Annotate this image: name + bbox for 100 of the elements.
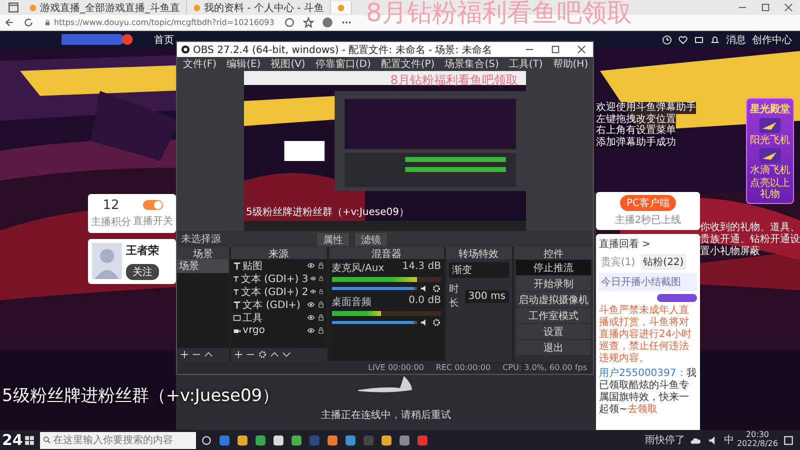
- eye-icon[interactable]: [306, 301, 315, 308]
- extension-icon[interactable]: [284, 17, 296, 28]
- app-icon[interactable]: [345, 434, 356, 446]
- chat-tab[interactable]: 贵宾(1): [599, 254, 638, 270]
- browser-tab[interactable]: 游戏直播_全部游戏直播_斗鱼直: [23, 1, 187, 14]
- helper-text: 左键拖拽改变位置: [596, 114, 676, 125]
- ime-indicator[interactable]: 中: [724, 433, 734, 447]
- source-item[interactable]: 贴图: [242, 258, 305, 272]
- lock-icon[interactable]: [318, 275, 325, 282]
- app-icon[interactable]: [291, 434, 302, 446]
- settings-icon[interactable]: [432, 318, 441, 327]
- transition-select[interactable]: 渐变: [448, 262, 509, 278]
- source-item[interactable]: 文本 (GDI+): [242, 298, 305, 312]
- eye-icon[interactable]: [306, 314, 315, 321]
- eye-icon[interactable]: [310, 275, 316, 282]
- control-button[interactable]: 停止推流: [516, 260, 591, 275]
- source-item[interactable]: 工具: [242, 310, 305, 324]
- heart-icon[interactable]: [678, 34, 688, 44]
- chat-tab[interactable]: 钻粉(22): [641, 254, 686, 270]
- properties-button[interactable]: 属性: [317, 232, 349, 246]
- close-icon[interactable]: [784, 3, 793, 12]
- helper-text: 添加弹幕助手成功: [596, 136, 676, 148]
- control-button[interactable]: 退出: [516, 340, 591, 355]
- control-button[interactable]: 设置: [516, 324, 591, 339]
- app-icon[interactable]: [255, 434, 266, 446]
- notice-banner[interactable]: 今日开播小结截图: [599, 273, 697, 291]
- up-icon[interactable]: [270, 350, 279, 359]
- task-view-icon[interactable]: [201, 434, 212, 446]
- scene-item[interactable]: 场景: [177, 259, 229, 273]
- menu-item[interactable]: 文件(F): [183, 57, 217, 71]
- volume-slider[interactable]: [332, 321, 417, 324]
- clock-date[interactable]: 2022/8/26: [736, 440, 778, 449]
- lock-icon[interactable]: [316, 301, 325, 308]
- status-text: REC 00:00:00: [436, 363, 491, 372]
- control-button[interactable]: 开始录制: [516, 276, 591, 291]
- video-icon[interactable]: [694, 34, 704, 44]
- favorites-icon[interactable]: [303, 17, 314, 28]
- source-item[interactable]: 文本 (GDI+) 3: [240, 272, 308, 286]
- source-item[interactable]: 文本 (GDI+) 2: [240, 284, 308, 298]
- menu-item[interactable]: 工具(T): [508, 57, 543, 71]
- filters-button[interactable]: 滤镜: [355, 232, 387, 246]
- duration-label: 时长: [448, 282, 460, 310]
- dock-title: 转场特效: [446, 247, 512, 259]
- app-icon[interactable]: [237, 434, 248, 446]
- tab-list-icon[interactable]: [8, 2, 19, 13]
- no-source-label: 未选择源: [181, 232, 221, 246]
- duration-field[interactable]: 300 ms: [465, 290, 509, 302]
- lock-icon[interactable]: [316, 327, 325, 334]
- add-icon[interactable]: [180, 350, 189, 359]
- status-text: CPU: 3.0%, 60.00 fps: [502, 363, 587, 372]
- fan-badge-icon: [657, 294, 697, 302]
- menu-item[interactable]: 场景集合(S): [444, 57, 499, 71]
- replay-link[interactable]: 直播回看 >: [599, 237, 697, 251]
- up-icon[interactable]: [204, 350, 213, 359]
- clock-time[interactable]: 20:30: [746, 431, 770, 440]
- menu-item[interactable]: 视图(V): [270, 57, 306, 71]
- source-item[interactable]: vrgo: [242, 325, 305, 336]
- menu-item[interactable]: 编辑(E): [226, 57, 261, 71]
- eye-icon[interactable]: [310, 288, 316, 295]
- home-link[interactable]: 首页: [154, 32, 174, 46]
- avatar-icon[interactable]: [322, 17, 334, 28]
- bell-icon[interactable]: [710, 34, 720, 44]
- eye-icon[interactable]: [306, 327, 315, 334]
- header-link[interactable]: 创作中心: [752, 32, 792, 46]
- follow-button[interactable]: 关注: [126, 264, 159, 280]
- close-icon[interactable]: [577, 45, 586, 54]
- app-icon[interactable]: [399, 434, 410, 446]
- down-icon[interactable]: [282, 350, 291, 359]
- dock-title: 场景: [177, 247, 229, 259]
- maximize-icon[interactable]: [551, 45, 560, 54]
- notification-icon[interactable]: [783, 434, 794, 446]
- settings-icon[interactable]: [432, 284, 441, 293]
- maximize-icon[interactable]: [761, 3, 770, 12]
- app-icon[interactable]: [381, 434, 392, 446]
- control-button[interactable]: 工作室模式: [516, 308, 591, 323]
- app-icon[interactable]: [327, 434, 338, 446]
- helper-text: 欢迎使用斗鱼弹幕助手: [596, 102, 696, 114]
- menu-item[interactable]: 帮助(H): [552, 57, 588, 71]
- control-button[interactable]: 启动虚拟摄像机: [516, 292, 591, 307]
- lock-icon[interactable]: [318, 288, 325, 295]
- lock-icon[interactable]: [316, 262, 325, 269]
- add-icon[interactable]: [234, 350, 243, 359]
- back-icon[interactable]: [4, 17, 15, 28]
- menu-item[interactable]: 停靠窗口(D): [315, 57, 371, 71]
- reload-icon[interactable]: [23, 17, 34, 28]
- lock-icon[interactable]: [316, 314, 325, 321]
- live-toggle[interactable]: [143, 200, 163, 210]
- overlay-text: 5级粉丝牌进粉丝群（+v:Juese09）: [2, 385, 280, 407]
- eye-icon[interactable]: [306, 262, 315, 269]
- weather-text[interactable]: 雨快停了: [644, 433, 685, 447]
- clock-icon[interactable]: [662, 34, 672, 44]
- menu-item[interactable]: 配置文件(P): [380, 57, 435, 71]
- app-icon[interactable]: [273, 434, 284, 446]
- start-icon[interactable]: [24, 434, 35, 446]
- volume-slider[interactable]: [332, 287, 417, 290]
- overlay-text: 5级粉丝牌进粉丝群（+v:Juese09）: [246, 206, 410, 219]
- settings-icon[interactable]: [258, 350, 267, 359]
- overlay-text: 8月钻粉福利看鱼吧领取: [366, 0, 632, 28]
- header-link[interactable]: 消息: [726, 32, 746, 46]
- plane-icon: [759, 118, 781, 133]
